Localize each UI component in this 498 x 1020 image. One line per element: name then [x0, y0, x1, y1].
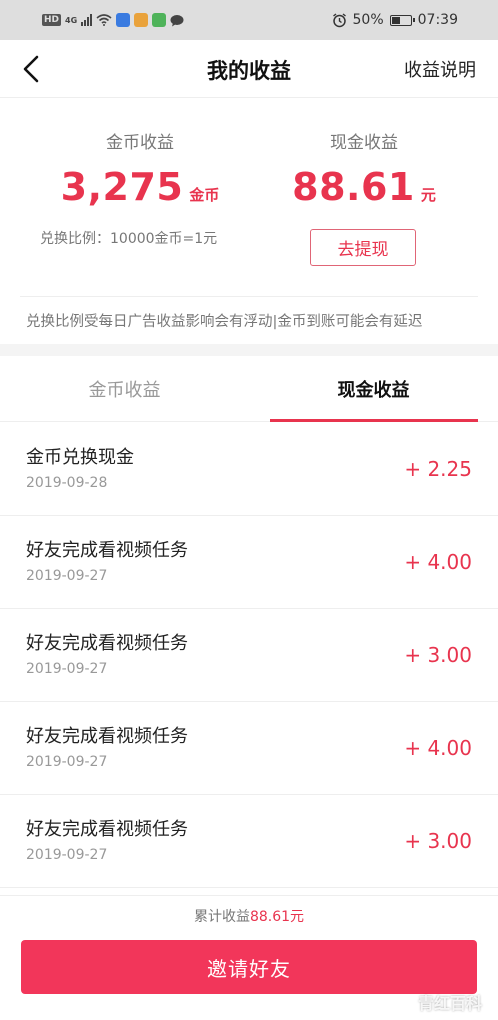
app-notification-icon	[116, 13, 131, 27]
earnings-tabs: 金币收益 现金收益	[0, 356, 498, 422]
record-title: 好友完成看视频任务	[26, 540, 188, 561]
status-left: HD 4G	[42, 10, 184, 30]
coin-unit: 金币	[189, 186, 220, 204]
clock: 07:39	[417, 12, 458, 28]
record-title: 好友完成看视频任务	[26, 633, 188, 654]
record-date: 2019-09-27	[26, 568, 108, 584]
alarm-icon	[332, 12, 346, 27]
status-bar: HD 4G 50% 07:39	[0, 0, 498, 40]
navigation-bar: 我的收益 收益说明	[0, 40, 498, 98]
invite-friends-button[interactable]: 邀请好友	[21, 940, 477, 994]
tab-cash-earnings[interactable]: 现金收益	[249, 356, 498, 422]
record-date: 2019-09-28	[26, 475, 108, 491]
record-title: 好友完成看视频任务	[26, 726, 188, 747]
hd-badge: HD	[42, 14, 62, 26]
app-notification-icon	[134, 13, 149, 27]
record-amount: + 3.00	[404, 829, 472, 853]
exchange-ratio: 兑换比例：10000金币=1元	[40, 231, 218, 247]
chat-icon	[170, 14, 184, 26]
battery-percent: 50%	[352, 12, 384, 28]
cash-earnings: 现金收益 88.61 元	[264, 128, 464, 209]
record-date: 2019-09-27	[26, 847, 108, 863]
list-item: 好友完成看视频任务 2019-09-27 + 3.00	[0, 609, 498, 702]
list-item: 好友完成看视频任务 2019-09-27 + 3.00	[0, 795, 498, 888]
wifi-icon	[96, 14, 112, 26]
record-amount: + 4.00	[404, 550, 472, 574]
list-item: 好友完成看视频任务 2019-09-27 + 4.00	[0, 516, 498, 609]
exchange-notice: 兑换比例受每日广告收益影响会有浮动|金币到账可能会有延迟	[26, 314, 423, 330]
cash-earnings-label: 现金收益	[330, 133, 398, 153]
record-date: 2019-09-27	[26, 754, 108, 770]
earnings-summary: 金币收益 3,275 金币 现金收益 88.61 元 兑换比例：10000金币=…	[0, 98, 498, 344]
record-title: 好友完成看视频任务	[26, 819, 188, 840]
list-item: 好友完成看视频任务 2019-09-27 + 4.00	[0, 702, 498, 795]
status-right: 50% 07:39	[332, 10, 458, 30]
cash-amount: 88.61	[292, 165, 415, 209]
total-earnings: 累计收益88.61元	[0, 906, 498, 926]
battery-icon	[389, 14, 415, 26]
withdraw-button[interactable]: 去提现	[310, 229, 416, 266]
signal-icon	[81, 14, 93, 26]
app-notification-icon	[152, 13, 167, 27]
record-title: 金币兑换现金	[26, 447, 134, 468]
record-amount: + 2.25	[404, 457, 472, 481]
earnings-info-link[interactable]: 收益说明	[404, 56, 476, 82]
earnings-list: 金币兑换现金 2019-09-28 + 2.25 好友完成看视频任务 2019-…	[0, 423, 498, 888]
network-type: 4G	[65, 15, 78, 25]
record-amount: + 3.00	[404, 643, 472, 667]
section-gap	[0, 344, 498, 356]
footer: 累计收益88.61元 邀请好友 青红百科	[0, 895, 498, 1020]
cash-unit: 元	[420, 186, 436, 204]
active-tab-indicator	[270, 419, 478, 422]
watermark: 青红百科	[417, 994, 482, 1013]
coin-earnings: 金币收益 3,275 金币	[40, 128, 240, 209]
list-item: 金币兑换现金 2019-09-28 + 2.25	[0, 423, 498, 516]
tab-coin-earnings[interactable]: 金币收益	[0, 356, 249, 422]
total-earnings-value: 88.61元	[249, 909, 305, 925]
record-amount: + 4.00	[404, 736, 472, 760]
divider	[20, 296, 478, 297]
total-earnings-label: 累计收益	[193, 909, 250, 925]
coin-amount: 3,275	[60, 165, 184, 209]
record-date: 2019-09-27	[26, 661, 108, 677]
coin-earnings-label: 金币收益	[106, 133, 174, 153]
